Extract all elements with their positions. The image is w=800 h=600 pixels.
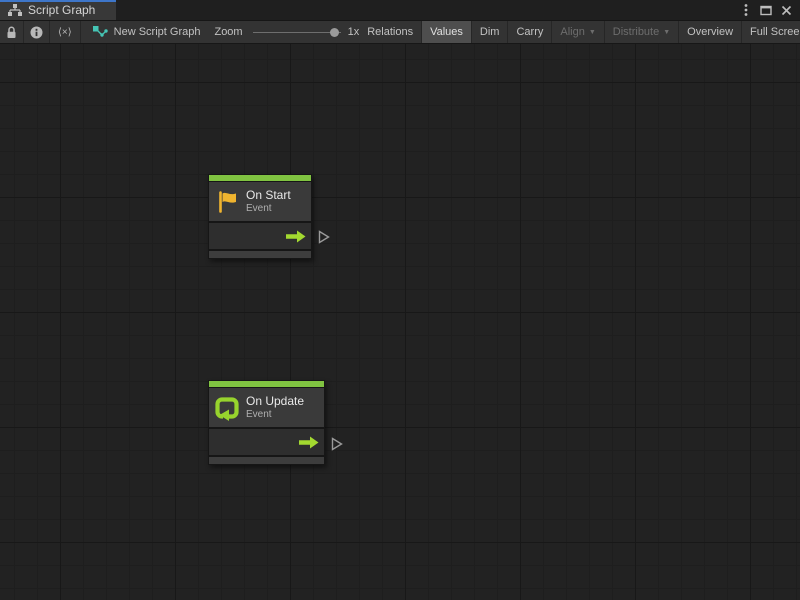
tab-active-accent (0, 0, 116, 2)
node-subtitle: Event (246, 409, 304, 421)
lock-button[interactable] (0, 21, 24, 43)
info-icon (30, 26, 43, 39)
node-header: On Update Event (209, 387, 324, 427)
code-view-button[interactable]: ⟨×⟩ (50, 21, 81, 43)
node-port-row (209, 427, 324, 455)
dim-button[interactable]: Dim (472, 21, 509, 43)
tab-label: Script Graph (28, 3, 95, 17)
output-port-triangle-icon[interactable] (317, 229, 331, 245)
align-label: Align (560, 26, 584, 38)
node-subtitle: Event (246, 203, 291, 215)
script-graph-asset-icon (93, 26, 108, 39)
zoom-slider-handle[interactable] (330, 28, 339, 37)
zoom-control: Zoom 1x (214, 21, 359, 43)
node-footer (209, 455, 324, 464)
more-options-icon[interactable] (738, 2, 754, 18)
tab-script-graph[interactable]: Script Graph (0, 0, 116, 20)
script-graph-window: Script Graph (0, 0, 800, 600)
align-button[interactable]: Align ▼ (552, 21, 604, 43)
relations-button[interactable]: Relations (359, 21, 422, 43)
chevron-down-icon: ▼ (663, 29, 670, 36)
node-on-update[interactable]: On Update Event (208, 380, 325, 465)
code-icon: ⟨×⟩ (58, 27, 72, 38)
zoom-slider-track (253, 32, 341, 33)
distribute-button[interactable]: Distribute ▼ (605, 21, 679, 43)
window-actions (738, 0, 800, 20)
info-button[interactable] (24, 21, 50, 43)
loop-icon (214, 395, 240, 421)
close-icon[interactable] (778, 2, 794, 18)
flag-icon (214, 189, 240, 215)
node-title: On Start (246, 189, 291, 203)
carry-button[interactable]: Carry (508, 21, 552, 43)
zoom-label: Zoom (214, 26, 242, 38)
graph-canvas[interactable]: On Start Event (0, 44, 800, 600)
chevron-down-icon: ▼ (589, 29, 596, 36)
zoom-value: 1x (348, 26, 360, 38)
control-output-arrow-icon[interactable] (286, 230, 306, 243)
lock-icon (6, 26, 17, 39)
node-footer (209, 249, 311, 258)
titlebar: Script Graph (0, 0, 800, 21)
node-header: On Start Event (209, 181, 311, 221)
node-on-start[interactable]: On Start Event (208, 174, 312, 259)
fullscreen-button[interactable]: Full Screen (742, 21, 800, 43)
distribute-label: Distribute (613, 26, 659, 38)
overview-button[interactable]: Overview (679, 21, 742, 43)
toolbar-right-group: Relations Values Dim Carry Align ▼ Distr… (359, 21, 800, 43)
graph-hierarchy-icon (8, 4, 22, 16)
values-button[interactable]: Values (422, 21, 472, 43)
output-port-triangle-icon[interactable] (330, 436, 344, 452)
control-output-arrow-icon[interactable] (299, 436, 319, 449)
toolbar: ⟨×⟩ New Script Graph Zoom 1x Relati (0, 21, 800, 44)
zoom-slider[interactable] (253, 21, 341, 44)
maximize-icon[interactable] (758, 2, 774, 18)
graph-asset-label: New Script Graph (114, 26, 201, 38)
graph-asset[interactable]: New Script Graph (93, 21, 201, 43)
node-port-row (209, 221, 311, 249)
node-title: On Update (246, 395, 304, 409)
